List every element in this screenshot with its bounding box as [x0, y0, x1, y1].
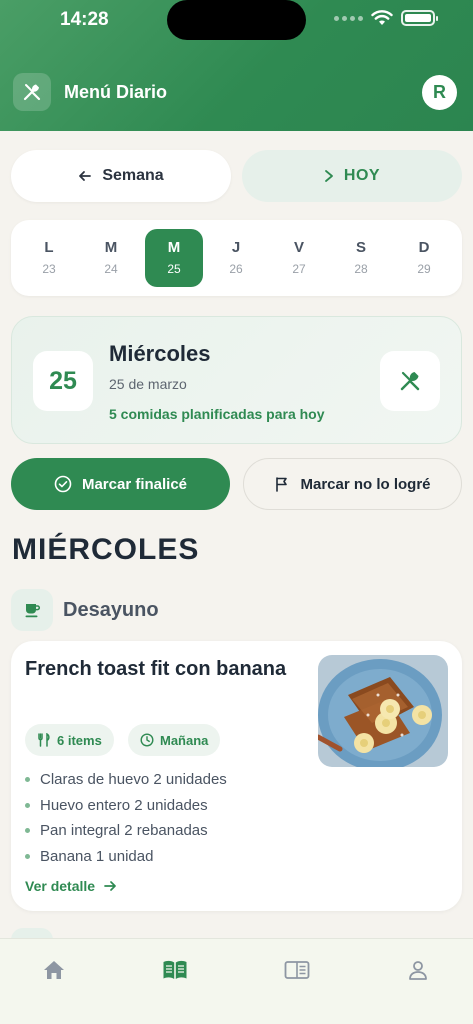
day-number: 23 [42, 262, 56, 276]
coffee-icon [11, 589, 53, 631]
menu-book-icon[interactable] [162, 957, 188, 983]
meal-card-title: French toast fit con banana [25, 658, 287, 680]
day-item-sunday[interactable]: D 29 [395, 229, 453, 287]
day-letter: L [44, 239, 54, 256]
day-heading: MIÉRCOLES [12, 533, 200, 566]
day-letter: D [418, 239, 430, 256]
home-icon[interactable] [41, 957, 67, 983]
mark-done-label: Marcar finalicé [81, 475, 188, 493]
clock-icon [140, 733, 154, 747]
utensils-icon [380, 351, 440, 411]
time-chip-label: Mañana [160, 732, 209, 748]
avatar[interactable]: R [422, 75, 457, 110]
status-time: 14:28 [60, 9, 109, 30]
day-number: 27 [292, 262, 306, 276]
day-item-wednesday[interactable]: M 25 [145, 229, 203, 287]
meal-section-title: Desayuno [63, 599, 159, 621]
day-summary-card: 25 Miércoles 25 de marzo 5 comidas plani… [11, 316, 462, 444]
mark-failed-label: Marcar no lo logré [300, 475, 431, 493]
ingredient-list: Claras de huevo 2 unidades Huevo entero … [25, 767, 227, 869]
arrow-right-icon [104, 881, 116, 891]
time-chip: Mañana [128, 724, 221, 756]
day-item-monday[interactable]: L 23 [20, 229, 78, 287]
status-icons [334, 10, 438, 26]
summary-day-number: 25 [33, 351, 93, 411]
ingredient-item: Huevo entero 2 unidades [25, 793, 227, 819]
day-number: 28 [354, 262, 368, 276]
dynamic-island [167, 0, 306, 40]
day-number: 26 [229, 262, 243, 276]
reader-icon[interactable] [284, 957, 310, 983]
day-number: 24 [104, 262, 118, 276]
fork-knife-icon [38, 733, 50, 747]
day-number: 25 [167, 262, 181, 276]
summary-date: 25 de marzo [109, 376, 187, 392]
tab-bar [0, 938, 473, 1024]
battery-icon [401, 10, 438, 26]
week-button[interactable]: Semana [11, 150, 231, 202]
day-selector: L 23 M 24 M 25 J 26 V 27 S 28 D 29 [11, 220, 462, 296]
signal-icon [334, 15, 363, 21]
items-chip: 6 items [25, 724, 114, 756]
day-item-thursday[interactable]: J 26 [207, 229, 265, 287]
day-item-friday[interactable]: V 27 [270, 229, 328, 287]
day-letter: M [104, 239, 118, 256]
meal-card[interactable]: French toast fit con banana 6 items Maña… [11, 641, 462, 911]
day-item-tuesday[interactable]: M 24 [82, 229, 140, 287]
day-letter: M [167, 239, 181, 256]
check-circle-icon [54, 475, 72, 493]
summary-meals-count: 5 comidas planificadas para hoy [109, 406, 325, 422]
flag-icon [276, 477, 288, 492]
french-toast-image [318, 655, 448, 767]
day-letter: S [355, 239, 366, 256]
day-letter: V [293, 239, 304, 256]
ingredient-item: Banana 1 unidad [25, 844, 227, 870]
ingredient-item: Pan integral 2 rebanadas [25, 818, 227, 844]
app-header: 14:28 Menú Diario R [0, 0, 473, 131]
arrow-left-icon [79, 171, 92, 181]
profile-icon[interactable] [405, 957, 431, 983]
view-detail-label: Ver detalle [25, 878, 96, 894]
week-button-label: Semana [102, 167, 164, 184]
app-title: Menú Diario [64, 82, 168, 102]
today-button-label: HOY [343, 167, 381, 184]
day-number: 29 [417, 262, 431, 276]
chevron-right-icon [325, 170, 333, 182]
mark-done-button[interactable]: Marcar finalicé [11, 458, 230, 510]
wifi-icon [371, 10, 393, 25]
day-item-saturday[interactable]: S 28 [332, 229, 390, 287]
ingredient-item: Claras de huevo 2 unidades [25, 767, 227, 793]
items-chip-label: 6 items [57, 732, 102, 748]
today-button[interactable]: HOY [242, 150, 462, 202]
day-letter: J [231, 239, 241, 256]
summary-day-name: Miércoles [109, 341, 211, 366]
mark-failed-button[interactable]: Marcar no lo logré [243, 458, 462, 510]
app-logo-icon [13, 73, 51, 111]
view-detail-link[interactable]: Ver detalle [25, 878, 117, 894]
